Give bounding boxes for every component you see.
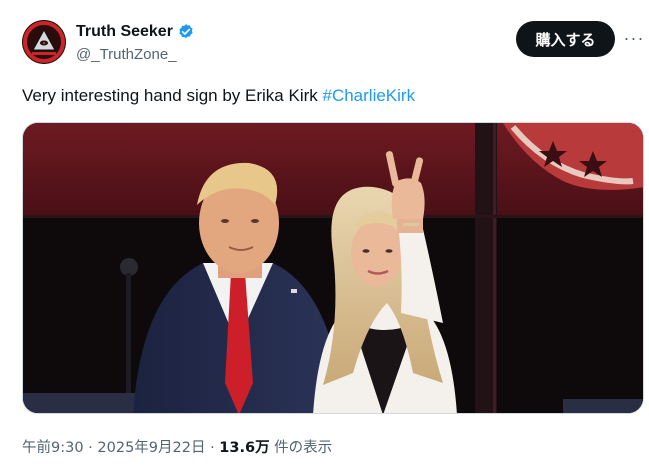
tweet-time[interactable]: 午前9:30 xyxy=(22,440,84,456)
verified-badge-icon[interactable] xyxy=(177,23,195,41)
tweet-text: Very interesting hand sign by Erika Kirk… xyxy=(22,86,415,106)
author-display-name[interactable]: Truth Seeker xyxy=(76,23,173,41)
media-image xyxy=(23,123,643,413)
author-handle[interactable]: @_TruthZone_ xyxy=(76,46,177,63)
tweet-date[interactable]: 2025年9月22日 xyxy=(97,440,205,456)
buy-button[interactable]: 購入する xyxy=(516,21,615,57)
avatar-image xyxy=(22,20,66,64)
tweet-body: Very interesting hand sign by Erika Kirk xyxy=(22,86,323,105)
avatar[interactable] xyxy=(22,20,66,64)
view-count-label: 件の表示 xyxy=(269,440,333,456)
more-options-icon[interactable]: ··· xyxy=(622,28,646,48)
view-count[interactable]: 13.6万 xyxy=(219,440,269,456)
author-name-row: Truth Seeker xyxy=(76,23,195,41)
tweet-media[interactable] xyxy=(22,122,644,414)
meta-separator-2: · xyxy=(205,440,220,456)
meta-separator: · xyxy=(83,440,98,456)
tweet-meta: 午前9:30 · 2025年9月22日 · 13.6万 件の表示 xyxy=(22,436,332,457)
hashtag-link[interactable]: #CharlieKirk xyxy=(322,86,415,105)
